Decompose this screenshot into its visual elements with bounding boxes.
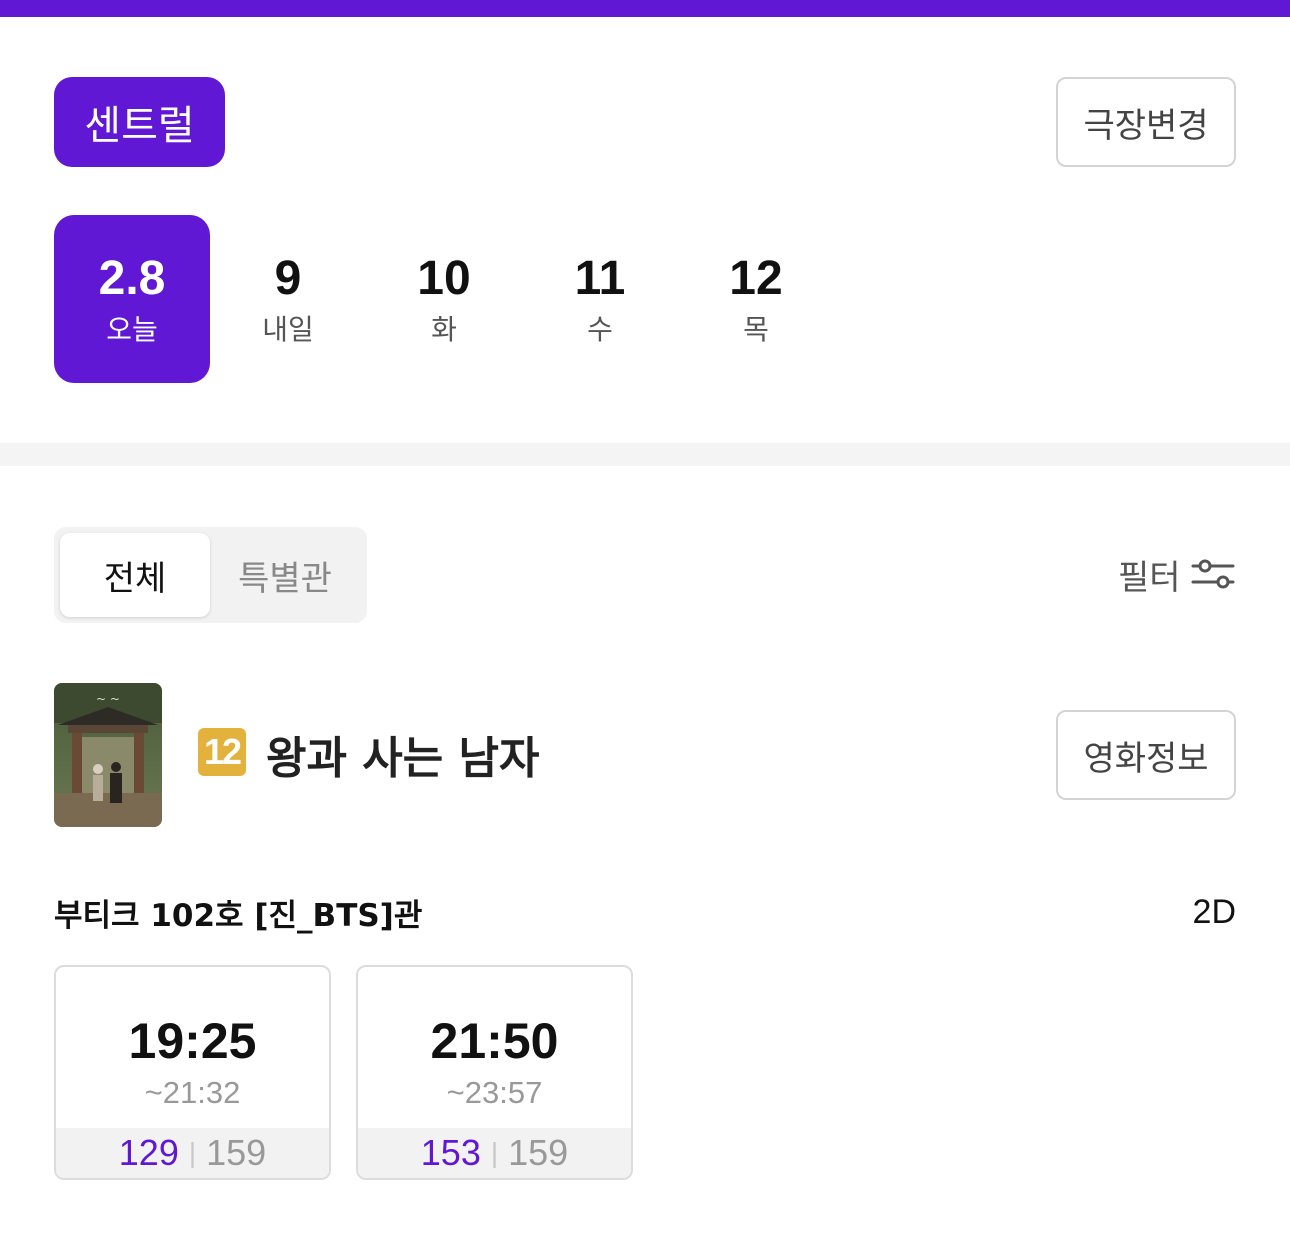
date-item[interactable]: 11 수 <box>522 215 678 383</box>
showtime-end: ~23:57 <box>446 1075 543 1110</box>
date-day-label: 수 <box>587 313 613 346</box>
showtime-card[interactable]: 19:25 ~21:32 129 | 159 <box>54 965 331 1180</box>
showtime-start: 21:50 <box>430 1013 559 1069</box>
date-day-label: 오늘 <box>106 313 158 346</box>
date-number: 11 <box>574 252 626 305</box>
seats-total: 159 <box>206 1132 267 1173</box>
date-number: 2.8 <box>98 252 166 305</box>
seat-separator: | <box>490 1137 499 1168</box>
screen-format: 2D <box>1192 893 1236 931</box>
tab-all[interactable]: 전체 <box>60 533 210 617</box>
change-theater-button[interactable]: 극장변경 <box>1056 77 1236 167</box>
date-item[interactable]: 9 내일 <box>210 215 366 383</box>
seats-available: 129 <box>118 1132 179 1173</box>
showtime-card[interactable]: 21:50 ~23:57 153 | 159 <box>356 965 633 1180</box>
screen-name: 부티크 102호 [진_BTS]관 <box>54 898 423 934</box>
theater-name: 센트럴 <box>84 103 195 149</box>
filter-label: 필터 <box>1118 557 1181 598</box>
sliders-icon <box>1191 559 1235 589</box>
date-item[interactable]: 10 화 <box>366 215 522 383</box>
theater-name-chip: 센트럴 <box>54 77 225 167</box>
filter-button[interactable]: 필터 <box>1118 548 1235 600</box>
movie-poster[interactable]: ~ ~ <box>54 683 162 827</box>
seats-total: 159 <box>508 1132 569 1173</box>
movie-info-button[interactable]: 영화정보 <box>1056 710 1236 800</box>
date-item[interactable]: 12 목 <box>678 215 834 383</box>
age-rating-value: 12 <box>203 731 242 772</box>
age-rating-badge: 12 <box>198 728 246 776</box>
movie-title: 왕과 사는 남자 <box>266 733 540 784</box>
hall-type-tabs: 전체 특별관 <box>54 527 367 623</box>
svg-text:~ ~: ~ ~ <box>96 692 120 706</box>
seat-availability: 153 | 159 <box>358 1128 631 1178</box>
date-number: 9 <box>274 252 302 305</box>
movie-info-label: 영화정보 <box>1083 738 1209 779</box>
tab-special-label: 특별관 <box>238 558 332 599</box>
section-divider <box>0 443 1290 466</box>
tab-special-hall[interactable]: 특별관 <box>210 533 360 617</box>
seat-availability: 129 | 159 <box>56 1128 329 1178</box>
tab-all-label: 전체 <box>103 558 167 599</box>
date-day-label: 화 <box>431 313 457 346</box>
date-selector: 2.8 오늘 9 내일 10 화 11 수 12 목 <box>54 215 834 383</box>
date-number: 10 <box>417 252 471 305</box>
date-day-label: 목 <box>743 313 769 346</box>
showtime-start: 19:25 <box>128 1013 257 1069</box>
change-theater-label: 극장변경 <box>1083 105 1209 146</box>
date-day-label: 내일 <box>262 313 314 346</box>
date-number: 12 <box>729 252 783 305</box>
seat-separator: | <box>188 1137 197 1168</box>
seats-available: 153 <box>420 1132 481 1173</box>
date-item-today[interactable]: 2.8 오늘 <box>54 215 210 383</box>
top-accent-bar <box>0 0 1290 17</box>
showtime-end: ~21:32 <box>144 1075 241 1110</box>
